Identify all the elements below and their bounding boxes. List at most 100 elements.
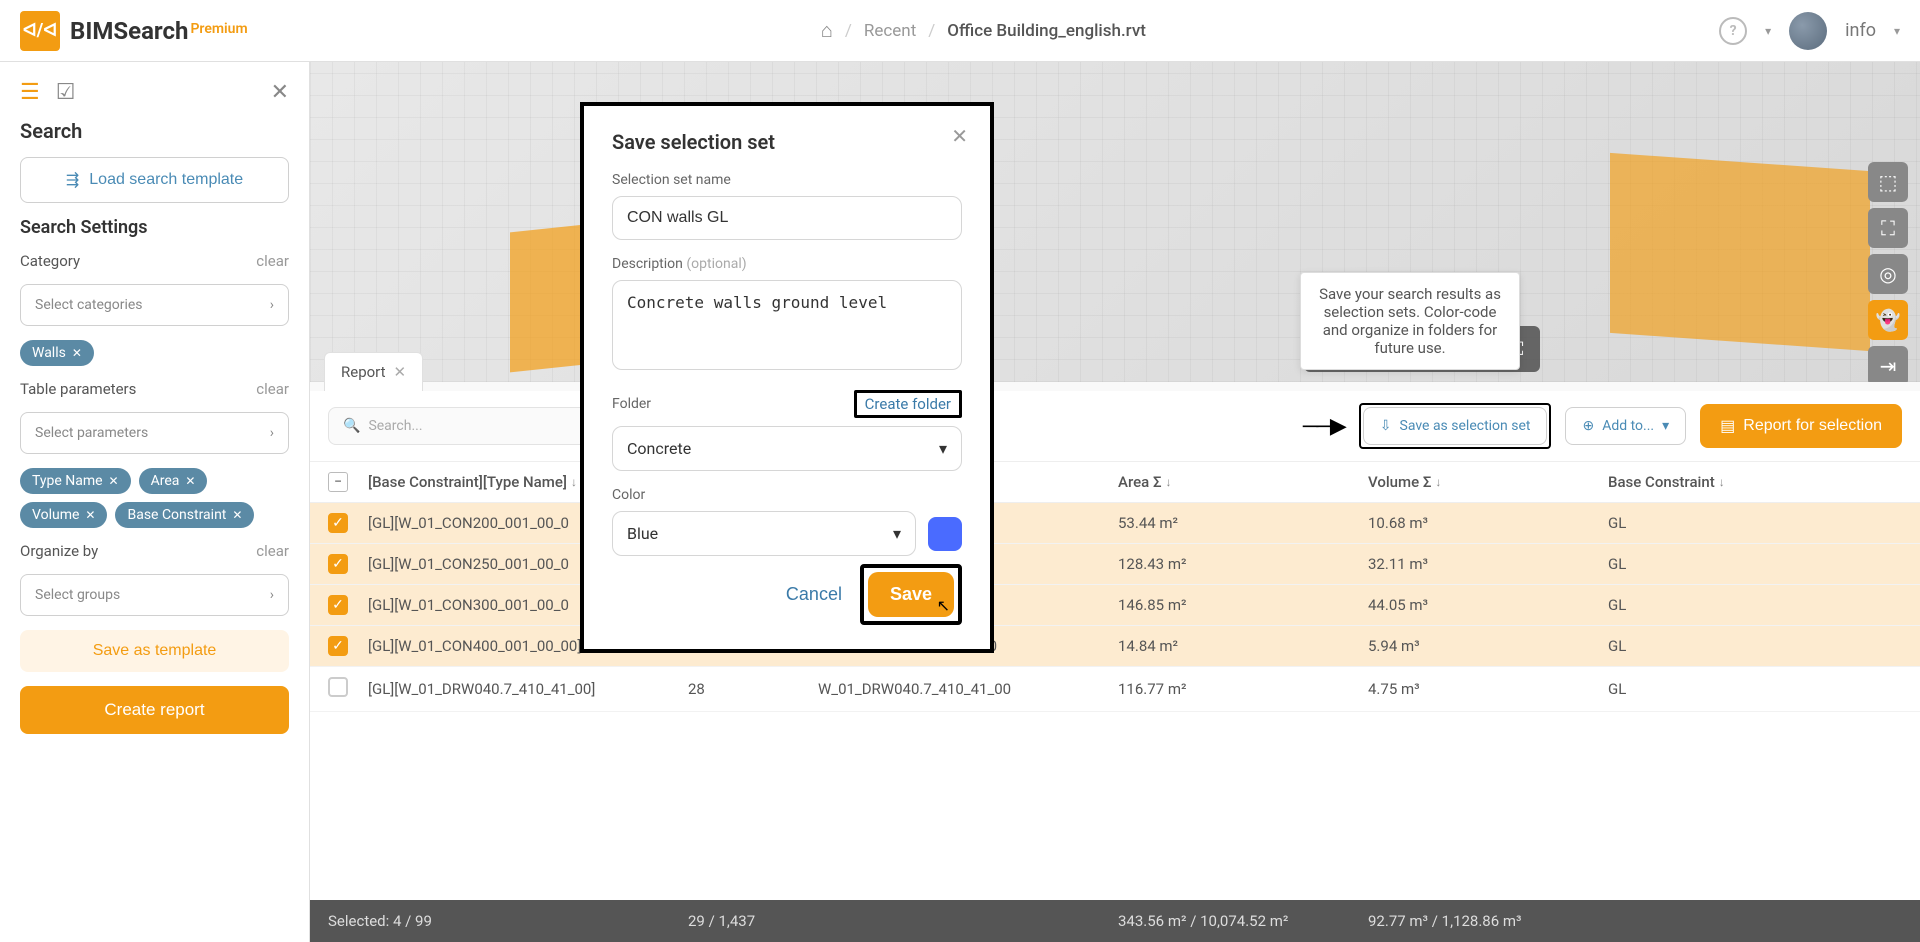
row-area: 116.77 m² [1118, 680, 1368, 698]
save-selection-set-button[interactable]: ⇩ Save as selection set [1363, 407, 1548, 445]
row-checkbox[interactable] [328, 677, 348, 697]
chip-walls[interactable]: Walls ✕ [20, 340, 94, 366]
chip-volume[interactable]: Volume✕ [20, 502, 107, 528]
filter-icon[interactable]: ☰ [20, 80, 40, 105]
table-row[interactable]: ✓[GL][W_01_CON200_001_00_053.44 m²10.68 … [310, 503, 1920, 544]
chip-remove-icon[interactable]: ✕ [185, 474, 195, 488]
row-volume: 44.05 m³ [1368, 596, 1608, 614]
chip-remove-icon[interactable]: ✕ [232, 508, 242, 522]
chip-base-constraint[interactable]: Base Constraint✕ [115, 502, 254, 528]
report-icon: ▤ [1720, 416, 1735, 436]
row-checkbox[interactable]: ✓ [328, 636, 348, 656]
chip-remove-icon[interactable]: ✕ [85, 508, 95, 522]
organize-clear[interactable]: clear [256, 542, 289, 560]
report-search-input[interactable]: 🔍 Search... [328, 407, 608, 445]
row-name: [GL][W_01_DRW040.7_410_41_00] [368, 680, 688, 698]
params-select-label: Select parameters [35, 425, 148, 441]
row-area: 128.43 m² [1118, 555, 1368, 573]
plus-icon: ⊕ [1582, 418, 1594, 434]
user-caret-icon[interactable]: ▾ [1894, 24, 1900, 38]
category-clear[interactable]: clear [256, 252, 289, 270]
chip-type-name[interactable]: Type Name✕ [20, 468, 131, 494]
table-row[interactable]: ✓[GL][W_01_CON400_001_00_00]1W_01_CON400… [310, 626, 1920, 667]
table-body: ✓[GL][W_01_CON200_001_00_053.44 m²10.68 … [310, 503, 1920, 712]
col-base[interactable]: Base Constraint ↓ [1608, 473, 1808, 491]
ghost-icon[interactable]: 👻 [1868, 300, 1908, 340]
breadcrumb-recent[interactable]: Recent [864, 21, 916, 41]
model-viewer[interactable]: Save your search results as selection se… [310, 62, 1920, 382]
category-select[interactable]: Select categories › [20, 284, 289, 326]
focus-icon[interactable]: ⛶ [1868, 208, 1908, 248]
table-header: − [Base Constraint][Type Name] ↓ Area Σ … [310, 462, 1920, 503]
collapse-all-icon[interactable]: − [328, 472, 348, 492]
folder-label-row: Folder Create folder [612, 390, 962, 418]
category-chips: Walls ✕ [20, 340, 289, 366]
category-label: Category [20, 252, 80, 270]
report-tabs: Report ✕ [310, 352, 1920, 391]
col-volume[interactable]: Volume Σ ↓ [1368, 473, 1608, 491]
footer-volume: 92.77 m³ / 1,128.86 m³ [1368, 912, 1608, 930]
brand-tier: Premium [190, 21, 247, 37]
eye-off-icon[interactable]: ◎ [1868, 254, 1908, 294]
table-row[interactable]: [GL][W_01_DRW040.7_410_41_00]28W_01_DRW0… [310, 667, 1920, 712]
row-base: GL [1608, 637, 1808, 655]
create-folder-link[interactable]: Create folder [854, 390, 962, 418]
row-area: 146.85 m² [1118, 596, 1368, 614]
tab-report[interactable]: Report ✕ [324, 352, 423, 391]
report-table: − [Base Constraint][Type Name] ↓ Area Σ … [310, 462, 1920, 900]
load-template-button[interactable]: ⇶ Load search template [20, 157, 289, 203]
chip-label: Walls [32, 345, 66, 361]
row-volume: 32.11 m³ [1368, 555, 1608, 573]
row-checkbox[interactable]: ✓ [328, 554, 348, 574]
folder-label: Folder [612, 396, 651, 412]
row-base: GL [1608, 680, 1808, 698]
checklist-icon[interactable]: ☑ [56, 80, 76, 105]
close-icon[interactable]: ✕ [271, 80, 289, 105]
header-right: ? ▾ info ▾ [1719, 12, 1900, 50]
chevron-down-icon: ▾ [939, 439, 947, 458]
add-to-label: Add to... [1602, 418, 1654, 434]
brand-name: BIMSearch [70, 17, 188, 45]
avatar[interactable] [1789, 12, 1827, 50]
params-select[interactable]: Select parameters › [20, 412, 289, 454]
name-label: Selection set name [612, 172, 962, 188]
row-base: GL [1608, 514, 1808, 532]
organize-select-label: Select groups [35, 587, 120, 603]
add-to-button[interactable]: ⊕ Add to... ▾ [1565, 407, 1686, 445]
chevron-right-icon: › [270, 425, 274, 441]
row-checkbox[interactable]: ✓ [328, 513, 348, 533]
modal-close-icon[interactable]: ✕ [951, 124, 968, 148]
color-select[interactable]: Blue ▾ [612, 511, 916, 556]
create-report-button[interactable]: Create report [20, 686, 289, 734]
home-icon[interactable]: ⌂ [821, 18, 833, 43]
row-checkbox[interactable]: ✓ [328, 595, 348, 615]
report-for-selection-button[interactable]: ▤ Report for selection [1700, 404, 1902, 448]
table-row[interactable]: ✓[GL][W_01_CON300_001_00_0146.85 m²44.05… [310, 585, 1920, 626]
cancel-button[interactable]: Cancel [786, 584, 842, 605]
box-icon[interactable]: ⬚ [1868, 162, 1908, 202]
color-value: Blue [627, 524, 658, 543]
chevron-right-icon: › [270, 587, 274, 603]
chip-remove-icon[interactable]: ✕ [72, 346, 82, 360]
chip-area[interactable]: Area✕ [139, 468, 208, 494]
row-volume: 4.75 m³ [1368, 680, 1608, 698]
description-input[interactable] [612, 280, 962, 370]
table-row[interactable]: ✓[GL][W_01_CON250_001_00_0128.43 m²32.11… [310, 544, 1920, 585]
save-template-button[interactable]: Save as template [20, 630, 289, 672]
help-caret-icon[interactable]: ▾ [1765, 24, 1771, 38]
row-volume: 5.94 m³ [1368, 637, 1608, 655]
chevron-down-icon: ▾ [893, 524, 901, 543]
chip-remove-icon[interactable]: ✕ [109, 474, 119, 488]
tab-close-icon[interactable]: ✕ [394, 363, 407, 381]
footer-count: 29 / 1,437 [688, 912, 818, 930]
organize-label: Organize by [20, 542, 98, 560]
col-area[interactable]: Area Σ ↓ [1118, 473, 1368, 491]
folder-select[interactable]: Concrete ▾ [612, 426, 962, 471]
params-clear[interactable]: clear [256, 380, 289, 398]
help-icon[interactable]: ? [1719, 17, 1747, 45]
row-type: W_01_DRW040.7_410_41_00 [818, 680, 1118, 698]
selection-name-input[interactable] [612, 196, 962, 240]
organize-select[interactable]: Select groups › [20, 574, 289, 616]
app-header: ᐊ/ᐊ BIMSearchPremium ⌂ / Recent / Office… [0, 0, 1920, 62]
arrow-annotation-icon: ──▶ [1303, 413, 1345, 439]
